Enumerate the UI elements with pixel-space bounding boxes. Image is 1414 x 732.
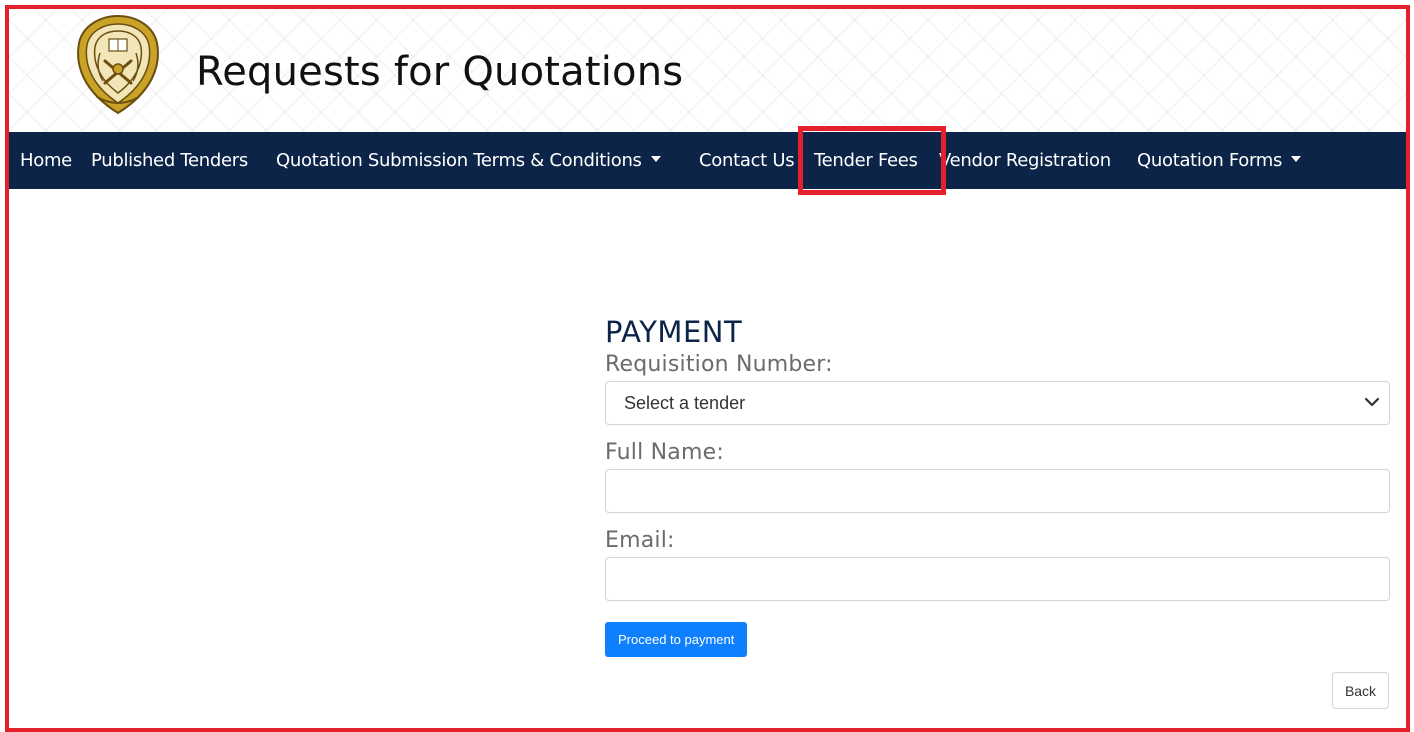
site-header: Requests for Quotations xyxy=(9,9,1406,132)
nav-item-label: Home xyxy=(20,150,72,171)
email-label: Email: xyxy=(605,528,675,553)
nav-item-terms-conditions[interactable]: Quotation Submission Terms & Conditions xyxy=(276,132,661,189)
nav-item-label: Vendor Registration xyxy=(939,150,1111,171)
university-emblem-icon xyxy=(77,14,159,115)
payment-form: PAYMENT Requisition Number: Select a ten… xyxy=(605,315,1390,601)
page-frame: Requests for Quotations Home Published T… xyxy=(5,5,1410,732)
nav-item-label: Contact Us xyxy=(699,150,795,171)
nav-item-published-tenders[interactable]: Published Tenders xyxy=(91,132,248,189)
requisition-select[interactable]: Select a tender xyxy=(605,381,1390,425)
chevron-down-icon xyxy=(1364,397,1380,407)
full-name-field[interactable] xyxy=(605,469,1390,513)
nav-item-label: Quotation Forms xyxy=(1137,150,1283,171)
page-title: Requests for Quotations xyxy=(196,49,684,95)
requisition-select-value: Select a tender xyxy=(624,393,746,413)
nav-item-contact-us[interactable]: Contact Us xyxy=(699,132,795,189)
caret-down-icon xyxy=(650,156,661,162)
full-name-label: Full Name: xyxy=(605,440,724,465)
caret-down-icon xyxy=(1291,156,1302,162)
nav-item-label: Quotation Submission Terms & Conditions xyxy=(276,150,642,171)
nav-item-quotation-forms[interactable]: Quotation Forms xyxy=(1137,132,1302,189)
nav-item-label: Published Tenders xyxy=(91,150,248,171)
main-navbar: Home Published Tenders Quotation Submiss… xyxy=(9,132,1406,189)
nav-item-tender-fees[interactable]: Tender Fees xyxy=(814,132,918,189)
form-heading: PAYMENT xyxy=(605,315,743,349)
back-button[interactable]: Back xyxy=(1332,672,1389,709)
requisition-label: Requisition Number: xyxy=(605,352,833,377)
nav-item-home[interactable]: Home xyxy=(20,132,72,189)
nav-item-label: Tender Fees xyxy=(814,150,918,171)
proceed-to-payment-button[interactable]: Proceed to payment xyxy=(605,622,748,657)
email-field[interactable] xyxy=(605,557,1390,601)
nav-item-vendor-registration[interactable]: Vendor Registration xyxy=(939,132,1111,189)
